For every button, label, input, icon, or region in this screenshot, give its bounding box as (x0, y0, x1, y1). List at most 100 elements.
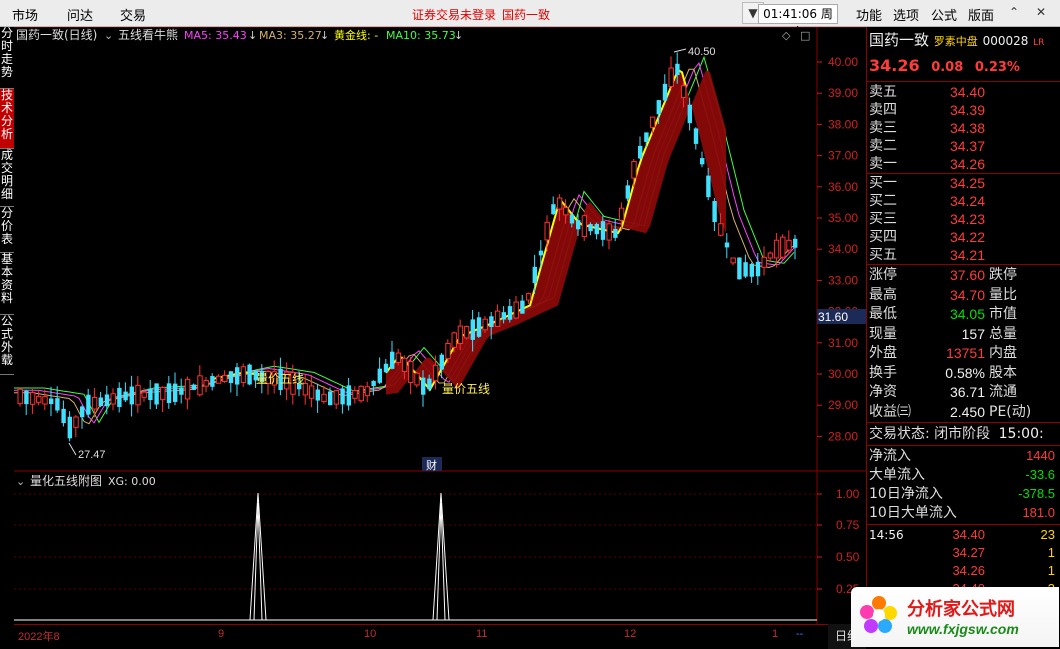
tab-formula[interactable]: 公式外载 (0, 315, 14, 375)
menu-formula[interactable]: 公式 (931, 5, 957, 24)
sub-axis-tick: 1.00 (836, 487, 860, 501)
candle-body (117, 387, 122, 407)
candle-body (613, 228, 618, 238)
menu-trade[interactable]: 交易 (120, 5, 146, 24)
price-axis-tick: 29.00 (828, 398, 858, 412)
stat-label-2: 市值 (989, 306, 1017, 322)
bid-row[interactable]: 买三 34.23 (869, 210, 1059, 228)
flow-value: -33.6 (1025, 467, 1055, 482)
bid-label: 买二 (869, 193, 897, 209)
tab-intraday[interactable]: 分时走势 (0, 27, 14, 89)
ask-row[interactable]: 卖四 34.39 (869, 101, 1059, 119)
lr-badge: LR (1033, 38, 1045, 48)
candle-body (179, 387, 184, 395)
ask-row[interactable]: 卖二 34.37 (869, 137, 1059, 155)
candle-body (215, 375, 222, 384)
candle-body (67, 416, 72, 439)
time-axis: 2022年8 9 10 11 12 1 -- (14, 624, 866, 649)
stock-name-title: 国药一致 (502, 8, 551, 22)
candle-body (489, 316, 494, 328)
square-icon[interactable]: □ (800, 29, 810, 42)
candle-body (49, 398, 54, 405)
quote-header: 国药一致 罗素中盘 000028 LR (869, 31, 1044, 49)
ask-row[interactable]: 卖三 34.38 (869, 119, 1059, 137)
sub-collapse-icon[interactable]: ⌄ (16, 475, 25, 488)
candle-body (724, 242, 730, 248)
month-tick: 10 (364, 628, 377, 640)
candle-body (123, 391, 128, 401)
volume-price-label-2: 量价五线 (442, 382, 490, 396)
stat-value: 34.70 (949, 286, 985, 303)
ask-row[interactable]: 卖五 34.40 (869, 83, 1059, 101)
candle-body (700, 158, 705, 165)
stat-label: 最低 (869, 306, 897, 322)
stat-label-2: 内盘 (989, 345, 1017, 361)
sub-indicator-name[interactable]: 量化五线附图 (30, 474, 102, 488)
indicator-name[interactable]: 五线看牛熊 (118, 27, 178, 42)
tab-trade-detail[interactable]: 成交明细 (0, 149, 14, 207)
close-icon[interactable]: ✕ (1030, 2, 1052, 24)
flow-row: 10日大单流入 181.0 (869, 504, 1059, 522)
candle-body (569, 214, 575, 224)
month-tick: 11 (476, 628, 488, 640)
candle-body (693, 128, 699, 144)
price-axis-tick: 31.00 (828, 336, 858, 350)
price-axis-tick: 33.00 (828, 273, 858, 287)
candle-body (352, 390, 358, 399)
tick-price: 34.40 (952, 527, 985, 542)
candle-body (520, 300, 525, 314)
stat-row: 换手 0.58% 股本 (869, 364, 1059, 382)
candle-body (718, 223, 724, 236)
candle-body (358, 385, 364, 402)
collapse-icon[interactable]: ⌃ (1003, 2, 1025, 24)
candle-body (371, 380, 376, 387)
watermark: 分析家公式网 www.fxjgsw.com (851, 587, 1059, 647)
candle-body (470, 319, 475, 340)
candle-body (197, 375, 203, 396)
finance-marker[interactable]: 财 (426, 458, 437, 472)
candle-body (551, 204, 556, 215)
menu-function[interactable]: 功能 (856, 5, 882, 24)
candle-body (600, 221, 606, 240)
candle-body (427, 378, 432, 390)
bid-row[interactable]: 买五 34.21 (869, 246, 1059, 264)
bid-label: 买五 (869, 247, 897, 263)
menu-wenda[interactable]: 问达 (67, 5, 93, 24)
tab-profile[interactable]: 基本资料 (0, 253, 14, 315)
indicator-collapse-icon[interactable]: ⌄ (104, 29, 113, 42)
kline-chart[interactable]: 国药一致(日线) ⌄ 五线看牛熊 MA5: 35.43 ↓ MA3: 35.27… (14, 27, 866, 624)
stat-label-2: 量比 (989, 286, 1017, 303)
candle-body (773, 239, 780, 259)
menu-layout[interactable]: 版面 (968, 5, 994, 24)
bid-row[interactable]: 买二 34.24 (869, 192, 1059, 210)
ask-price: 34.40 (949, 84, 985, 100)
flow-label: 净流入 (869, 448, 911, 464)
login-warning[interactable]: 证券交易未登录 (412, 6, 496, 23)
ask-label: 卖二 (869, 138, 897, 154)
price-axis-tick: 40.00 (828, 55, 858, 69)
candle-body (240, 366, 247, 383)
candle-body (656, 100, 661, 115)
ma5-label: MA5: 35.43 (184, 29, 247, 42)
left-tabs: 分时走势 技术分析 成交明细 分价表 基本资料 公式外载 (0, 27, 14, 627)
stat-row: 现量 157 总量 (869, 325, 1059, 343)
scroll-handle[interactable]: -- (796, 628, 803, 640)
price-axis-tick: 36.00 (828, 180, 858, 194)
ask-row[interactable]: 卖一 34.26 (869, 155, 1059, 173)
tab-technical[interactable]: 技术分析 (0, 89, 14, 149)
candle-body (166, 383, 172, 403)
stat-value: 157 (961, 325, 985, 342)
candle-body (154, 383, 159, 405)
bid-row[interactable]: 买一 34.25 (869, 174, 1059, 192)
diamond-icon[interactable]: ◇ (782, 29, 791, 42)
bid-row[interactable]: 买四 34.22 (869, 228, 1059, 246)
stat-row: 净资 36.71 流通 (869, 383, 1059, 401)
tab-price-table[interactable]: 分价表 (0, 207, 14, 253)
gold-line-label: 黄金线: - (334, 28, 378, 42)
stat-row: 收益㈢ 2.450 PE(动) (869, 403, 1059, 421)
stat-row: 最高 34.70 量比 (869, 286, 1059, 304)
tick-volume: 23 (1040, 527, 1055, 542)
menu-market[interactable]: 市场 (12, 5, 38, 24)
stat-value: 36.71 (949, 384, 985, 400)
menu-options[interactable]: 选项 (893, 5, 919, 24)
